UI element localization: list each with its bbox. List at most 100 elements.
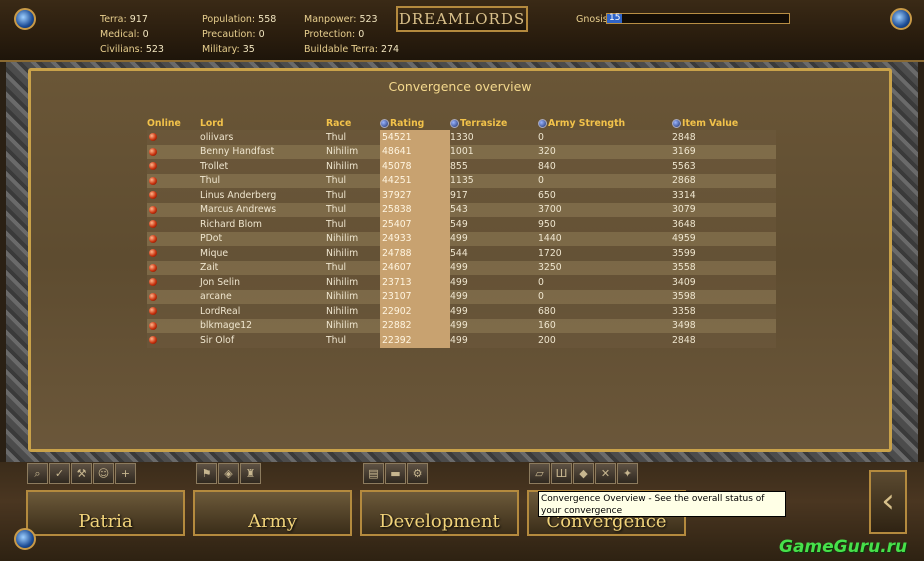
column-header-item-value[interactable]: Item Value	[672, 116, 776, 130]
army-strength-cell: 3700	[538, 202, 672, 217]
table-row[interactable]: Zait Thul 24607 499 3250 3558	[147, 260, 776, 275]
item-value-cell: 2848	[672, 130, 776, 145]
column-header-terrasize[interactable]: Terrasize	[450, 116, 538, 130]
race-cell: Nihilim	[326, 231, 380, 246]
race-cell: Nihilim	[326, 304, 380, 319]
diamond-icon[interactable]: ◆	[573, 463, 594, 484]
rating-cell: 24607	[380, 260, 450, 275]
rating-cell: 45078	[380, 159, 450, 174]
race-cell: Thul	[326, 260, 380, 275]
table-row[interactable]: Thul Thul 44251 1135 0 2868	[147, 173, 776, 188]
item-value-cell: 3498	[672, 318, 776, 333]
checkmark-icon[interactable]: ✓	[49, 463, 70, 484]
column-header-rating[interactable]: Rating	[380, 116, 450, 130]
table-row[interactable]: Sir Olof Thul 22392 499 200 2848	[147, 333, 776, 348]
table-row[interactable]: blkmage12 Nihilim 22882 499 160 3498	[147, 318, 776, 333]
sort-icon[interactable]	[450, 118, 459, 128]
table-row[interactable]: oliivars Thul 54521 1330 0 2848	[147, 130, 776, 145]
online-cell	[147, 318, 200, 333]
item-value-cell: 3558	[672, 260, 776, 275]
online-cell	[147, 188, 200, 203]
online-cell	[147, 304, 200, 319]
stat-manpower: Manpower: 523	[304, 14, 378, 25]
sort-icon[interactable]	[380, 118, 389, 128]
online-cell	[147, 246, 200, 261]
table-header-row: Online Lord Race Rating Terrasize Army S…	[147, 116, 776, 130]
lord-cell: Benny Handfast	[200, 144, 326, 159]
race-cell: Nihilim	[326, 318, 380, 333]
rating-cell: 22392	[380, 333, 450, 348]
column-header-army-strength[interactable]: Army Strength	[538, 116, 672, 130]
rating-cell: 22902	[380, 304, 450, 319]
corner-gem-icon	[890, 8, 912, 30]
gear-icon[interactable]: ⚙	[407, 463, 428, 484]
online-status-icon	[149, 176, 157, 185]
star-icon[interactable]: ✦	[617, 463, 638, 484]
terrasize-cell: 499	[450, 231, 538, 246]
online-cell	[147, 289, 200, 304]
flag-icon[interactable]: ⚑	[196, 463, 217, 484]
online-status-icon	[149, 336, 157, 345]
item-value-cell: 3358	[672, 304, 776, 319]
table-row[interactable]: Trollet Nihilim 45078 855 840 5563	[147, 159, 776, 174]
online-status-icon	[149, 191, 157, 200]
column-header-race: Race	[326, 117, 352, 129]
army-toolbar: ⚑ ◈ ♜	[196, 463, 261, 487]
lord-cell: Linus Anderberg	[200, 188, 326, 203]
scroll-icon[interactable]: ▱	[529, 463, 550, 484]
anvil-icon[interactable]: ▬	[385, 463, 406, 484]
sort-icon[interactable]	[538, 118, 547, 128]
army-strength-cell: 0	[538, 173, 672, 188]
tools-icon[interactable]: ⚒	[71, 463, 92, 484]
race-cell: Nihilim	[326, 144, 380, 159]
table-row[interactable]: Marcus Andrews Thul 25838 543 3700 3079	[147, 202, 776, 217]
race-cell: Thul	[326, 173, 380, 188]
online-cell	[147, 173, 200, 188]
table-row[interactable]: Mique Nihilim 24788 544 1720 3599	[147, 246, 776, 261]
race-cell: Thul	[326, 333, 380, 348]
gnosis-label: Gnosis	[576, 14, 608, 25]
lord-cell: Mique	[200, 246, 326, 261]
gnosis-bar: 15	[606, 13, 790, 24]
panel-title: Convergence overview	[388, 79, 532, 94]
lord-cell: Zait	[200, 260, 326, 275]
item-value-cell: 3169	[672, 144, 776, 159]
army-strength-cell: 160	[538, 318, 672, 333]
table-row[interactable]: Jon Selin Nihilim 23713 499 0 3409	[147, 275, 776, 290]
person-icon[interactable]: ☺	[93, 463, 114, 484]
terrasize-cell: 549	[450, 217, 538, 232]
lord-cell: Sir Olof	[200, 333, 326, 348]
watermark: GameGuru.ru	[779, 537, 908, 557]
book-icon[interactable]: ▤	[363, 463, 384, 484]
convergence-table: Online Lord Race Rating Terrasize Army S…	[147, 116, 776, 348]
online-cell	[147, 144, 200, 159]
item-value-cell: 3079	[672, 202, 776, 217]
nav-army-button[interactable]: Army	[193, 490, 352, 536]
terrasize-cell: 499	[450, 289, 538, 304]
lord-cell: Jon Selin	[200, 275, 326, 290]
table-row[interactable]: PDot Nihilim 24933 499 1440 4959	[147, 231, 776, 246]
shield-icon[interactable]: ◈	[218, 463, 239, 484]
item-value-cell: 3648	[672, 217, 776, 232]
swords-icon[interactable]: ✕	[595, 463, 616, 484]
item-value-cell: 5563	[672, 159, 776, 174]
army-strength-cell: 1440	[538, 231, 672, 246]
army-strength-cell: 680	[538, 304, 672, 319]
plus-icon[interactable]: +	[115, 463, 136, 484]
nav-patria-button[interactable]: Patria	[26, 490, 185, 536]
table-row[interactable]: Linus Anderberg Thul 37927 917 650 3314	[147, 188, 776, 203]
castle-icon[interactable]: ♜	[240, 463, 261, 484]
online-cell	[147, 130, 200, 145]
magnifier-icon[interactable]: ⌕	[27, 463, 48, 484]
table-row[interactable]: Benny Handfast Nihilim 48641 1001 320 3169	[147, 144, 776, 159]
online-status-icon	[149, 133, 157, 142]
online-cell	[147, 231, 200, 246]
nav-development-button[interactable]: Development	[360, 490, 519, 536]
table-row[interactable]: LordReal Nihilim 22902 499 680 3358	[147, 304, 776, 319]
table-row[interactable]: Richard Blom Thul 25407 549 950 3648	[147, 217, 776, 232]
collapse-arrow-icon[interactable]: ‹	[869, 470, 907, 534]
table-row[interactable]: arcane Nihilim 23107 499 0 3598	[147, 289, 776, 304]
item-value-cell: 3314	[672, 188, 776, 203]
sort-icon[interactable]	[672, 118, 681, 128]
temple-icon[interactable]: Ш	[551, 463, 572, 484]
